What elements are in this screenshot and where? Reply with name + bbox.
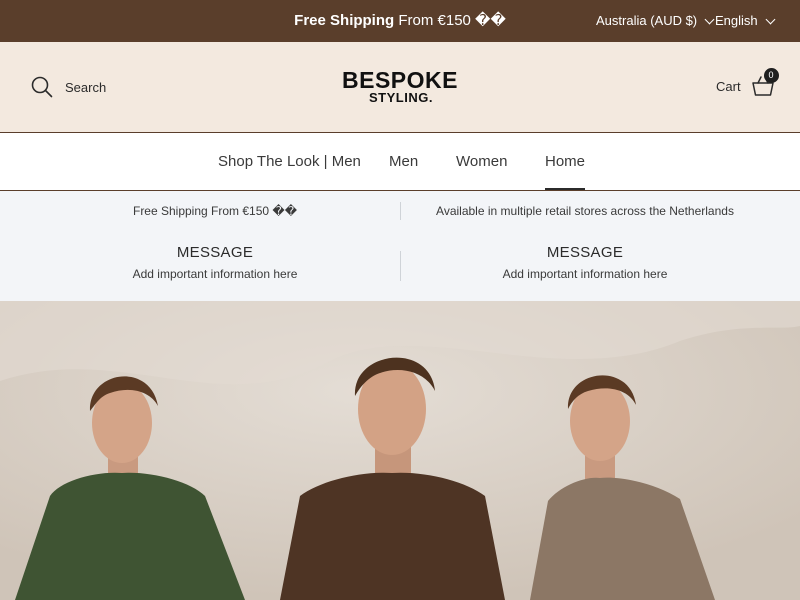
hero-models-illustration bbox=[0, 301, 800, 600]
chevron-down-icon bbox=[704, 14, 715, 24]
site-header: Search BESPOKE STYLING. Cart 0 bbox=[0, 42, 800, 132]
announcement-bold: Free Shipping bbox=[294, 12, 395, 29]
language-selector[interactable]: English bbox=[715, 0, 776, 42]
announcement-rest: From €150 �� bbox=[398, 12, 506, 29]
country-label: Australia (AUD $) bbox=[596, 13, 698, 28]
message-block-right: MESSAGE Add important information here bbox=[400, 244, 770, 281]
info-shipping-text: Free Shipping From €150 �� bbox=[132, 204, 297, 218]
cart-count-badge: 0 bbox=[763, 68, 779, 83]
message-title: MESSAGE bbox=[546, 244, 624, 261]
cart-label: Cart bbox=[716, 78, 741, 94]
language-label: English bbox=[715, 13, 758, 28]
country-selector[interactable]: Australia (AUD $) bbox=[596, 0, 715, 42]
site-logo[interactable]: BESPOKE STYLING. bbox=[0, 69, 800, 105]
nav-item-men[interactable]: Men bbox=[389, 133, 418, 190]
logo-line-2: STYLING. bbox=[369, 90, 433, 105]
info-divider-top bbox=[400, 202, 401, 220]
main-navigation: Shop The Look | Men Men Women Home bbox=[0, 132, 800, 191]
nav-item-women[interactable]: Women bbox=[456, 133, 507, 190]
cart-button[interactable]: Cart 0 bbox=[716, 68, 779, 98]
chevron-down-icon bbox=[765, 14, 776, 24]
message-title: MESSAGE bbox=[176, 244, 254, 261]
info-stores-text: Available in multiple retail stores acro… bbox=[436, 204, 734, 218]
cart-bag: 0 bbox=[751, 68, 779, 98]
message-block-left: MESSAGE Add important information here bbox=[0, 244, 430, 281]
message-text: Add important information here bbox=[132, 267, 298, 281]
announcement-bar: Free Shipping From €150 �� Australia (AU… bbox=[0, 0, 800, 42]
logo-line-1: BESPOKE bbox=[342, 67, 458, 93]
message-text: Add important information here bbox=[502, 267, 668, 281]
hero-banner-image bbox=[0, 301, 800, 600]
info-strip: Free Shipping From €150 �� Available in … bbox=[0, 191, 800, 301]
nav-item-home[interactable]: Home bbox=[545, 133, 586, 190]
nav-item-shop-the-look-men[interactable]: Shop The Look | Men bbox=[218, 133, 361, 190]
